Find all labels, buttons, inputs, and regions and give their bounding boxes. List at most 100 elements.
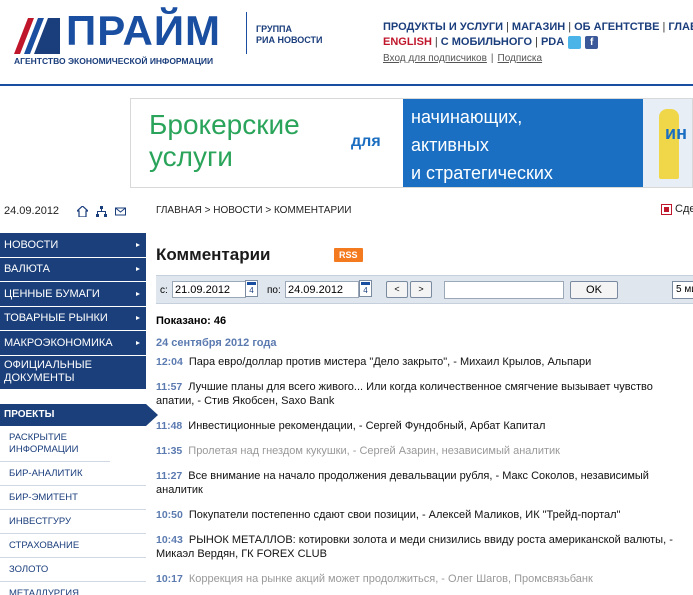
banner-photo: ин <box>643 99 692 187</box>
home-icon[interactable] <box>77 205 89 217</box>
banner-audience-line: начинающих, <box>411 107 523 127</box>
banner-partial-text: ин <box>665 123 687 143</box>
news-headline[interactable]: Инвестиционные рекомендации, - Сергей Фу… <box>188 420 545 432</box>
news-headline[interactable]: РЫНОК МЕТАЛЛОВ: котировки золота и меди … <box>156 534 673 560</box>
banner-headline: Брокерские услуги <box>149 109 300 173</box>
news-headline[interactable]: Коррекция на рынке акций может продолжит… <box>189 573 593 585</box>
arrow-right-icon <box>136 242 140 247</box>
nav-products[interactable]: ПРОДУКТЫ И УСЛУГИ <box>383 20 503 35</box>
from-date-input[interactable] <box>172 281 246 298</box>
from-label: с: <box>160 285 168 296</box>
news-item[interactable]: 11:48 Инвестиционные рекомендации, - Серг… <box>156 419 693 433</box>
news-headline[interactable]: Покупатели постепенно сдают свои позиции… <box>189 509 621 521</box>
news-time: 12:04 <box>156 356 183 368</box>
nav-about[interactable]: ОБ АГЕНТСТВЕ <box>574 20 659 35</box>
news-item[interactable]: 12:04 Пара евро/доллар против мистера "Де… <box>156 355 693 369</box>
group-label[interactable]: ГРУППА РИА НОВОСТИ <box>256 24 323 46</box>
news-headline[interactable]: Пролетая над гнездом кукушки, - Сергей А… <box>188 445 560 457</box>
news-time: 11:35 <box>156 445 183 457</box>
sidebar-item-label: МАКРОЭКОНОМИКА <box>4 336 113 349</box>
facebook-icon[interactable]: f <box>585 36 599 49</box>
project-disclosure[interactable]: РАСКРЫТИЕ ИНФОРМАЦИИ <box>0 426 110 462</box>
header-rule <box>0 84 693 86</box>
project-gold[interactable]: ЗОЛОТО <box>0 558 146 582</box>
prev-period-button[interactable]: < <box>386 281 408 298</box>
to-label: по: <box>267 285 281 296</box>
projects-header: ПРОЕКТЫ <box>0 403 158 426</box>
subscribe-link[interactable]: Подписка <box>498 53 543 64</box>
news-headline[interactable]: Все внимание на начало продолжения девал… <box>156 470 649 496</box>
make-homepage[interactable]: Сде <box>661 203 693 215</box>
group-line-1: ГРУППА <box>256 24 293 34</box>
banner-figure <box>659 109 679 179</box>
sidebar-item-currency[interactable]: ВАЛЮТА <box>0 257 146 282</box>
interval-select[interactable]: 5 ми <box>672 281 693 299</box>
twitter-icon[interactable] <box>568 36 582 49</box>
sitemap-icon[interactable] <box>96 205 108 217</box>
banner-audience: начинающих, активных и стратегических <box>403 99 643 187</box>
news-headline[interactable]: Пара евро/доллар против мистера "Дело за… <box>189 356 591 368</box>
news-time: 10:17 <box>156 573 183 585</box>
sidebar-item-label: ЦЕННЫЕ БУМАГИ <box>4 287 100 300</box>
news-time: 10:50 <box>156 509 183 521</box>
news-time: 11:48 <box>156 420 183 432</box>
project-insurance[interactable]: СТРАХОВАНИЕ <box>0 534 146 558</box>
homepage-icon <box>661 203 672 215</box>
news-time: 11:27 <box>156 470 183 482</box>
banner-audience-line: активных <box>411 135 489 155</box>
sidebar-item-securities[interactable]: ЦЕННЫЕ БУМАГИ <box>0 282 146 307</box>
nav-mobile[interactable]: С МОБИЛЬНОГО <box>441 35 532 50</box>
project-bir-issuer[interactable]: БИР-ЭМИТЕНТ <box>0 486 146 510</box>
nav-shop[interactable]: МАГАЗИН <box>512 20 565 35</box>
results-count: Показано: 46 <box>156 315 227 327</box>
project-metallurgy[interactable]: МЕТАЛЛУРГИЯ <box>0 582 146 595</box>
ok-button[interactable]: OK <box>570 281 618 299</box>
project-bir-analyst[interactable]: БИР-АНАЛИТИК <box>0 462 146 486</box>
banner-for: для <box>351 133 381 150</box>
rss-button[interactable]: RSS <box>334 248 363 262</box>
news-item[interactable]: 10:17 Коррекция на рынке акций может прод… <box>156 572 693 586</box>
banner-headline-line-1: Брокерские <box>149 109 300 140</box>
sidebar-item-official-docs[interactable]: ОФИЦИАЛЬНЫЕ ДОКУМЕНТЫ <box>0 355 146 390</box>
calendar-icon[interactable]: 4 <box>245 280 258 297</box>
sidebar-item-news[interactable]: НОВОСТИ <box>0 233 146 258</box>
top-navigation: ПРОДУКТЫ И УСЛУГИ | МАГАЗИН | ОБ АГЕНТСТВЕ… <box>383 20 693 50</box>
news-item[interactable]: 11:57 Лучшие планы для всего живого... Ил… <box>156 380 693 408</box>
sidebar-item-macroeconomics[interactable]: МАКРОЭКОНОМИКА <box>0 331 146 356</box>
breadcrumb[interactable]: ГЛАВНАЯ > НОВОСТИ > КОММЕНТАРИИ <box>156 205 352 216</box>
news-item[interactable]: 11:35 Пролетая над гнездом кукушки, - Сер… <box>156 444 693 458</box>
news-headline[interactable]: Лучшие планы для всего живого... Или ког… <box>156 381 653 407</box>
page-title: Комментарии <box>156 245 271 264</box>
news-list: 12:04 Пара евро/доллар против мистера "Де… <box>156 355 693 595</box>
logo-text: ПРАЙМ <box>66 7 222 54</box>
project-investguru[interactable]: ИНВЕСТГУРУ <box>0 510 146 534</box>
sidebar-item-label: ОФИЦИАЛЬНЫЕ ДОКУМЕНТЫ <box>4 359 92 384</box>
next-period-button[interactable]: > <box>410 281 432 298</box>
login-link[interactable]: Вход для подписчиков <box>383 53 487 64</box>
news-time: 11:57 <box>156 381 183 393</box>
banner-headline-line-2: услуги <box>149 141 233 172</box>
calendar-icon[interactable]: 4 <box>359 280 372 297</box>
logo-subtitle: АГЕНТСТВО ЭКОНОМИЧЕСКОЙ ИНФОРМАЦИИ <box>14 56 214 66</box>
logo[interactable]: ПРАЙМ АГЕНТСТВО ЭКОНОМИЧЕСКОЙ ИНФОРМАЦИИ <box>14 7 234 70</box>
news-item[interactable]: 11:27 Все внимание на начало продолжения … <box>156 469 693 497</box>
news-time: 10:43 <box>156 534 183 546</box>
sidebar-item-commodities[interactable]: ТОВАРНЫЕ РЫНКИ <box>0 306 146 331</box>
nav-home[interactable]: ГЛАВНАЯ <box>668 20 693 35</box>
sidebar-item-label: НОВОСТИ <box>4 238 59 251</box>
to-date-input[interactable] <box>285 281 359 298</box>
sidebar-item-label: ТОВАРНЫЕ РЫНКИ <box>4 312 108 325</box>
news-item[interactable]: 10:50 Покупатели постепенно сдают свои по… <box>156 508 693 522</box>
nav-pda[interactable]: PDA <box>541 35 564 50</box>
sidebar-item-label: ВАЛЮТА <box>4 263 50 276</box>
day-header: 24 сентября 2012 года <box>156 337 277 349</box>
search-input[interactable] <box>444 281 564 299</box>
nav-english[interactable]: ENGLISH <box>383 35 432 50</box>
date-row: 24.09.2012 <box>4 205 127 217</box>
arrow-right-icon <box>136 291 140 296</box>
logo-mark-icon <box>14 18 60 54</box>
news-item[interactable]: 10:43 РЫНОК МЕТАЛЛОВ: котировки золота и … <box>156 533 693 561</box>
mail-icon[interactable] <box>115 206 127 217</box>
ad-banner[interactable]: Брокерские услуги для начинающих, активн… <box>130 98 693 188</box>
sidebar: НОВОСТИ ВАЛЮТА ЦЕННЫЕ БУМАГИ ТОВАРНЫЕ РЫ… <box>0 233 158 595</box>
